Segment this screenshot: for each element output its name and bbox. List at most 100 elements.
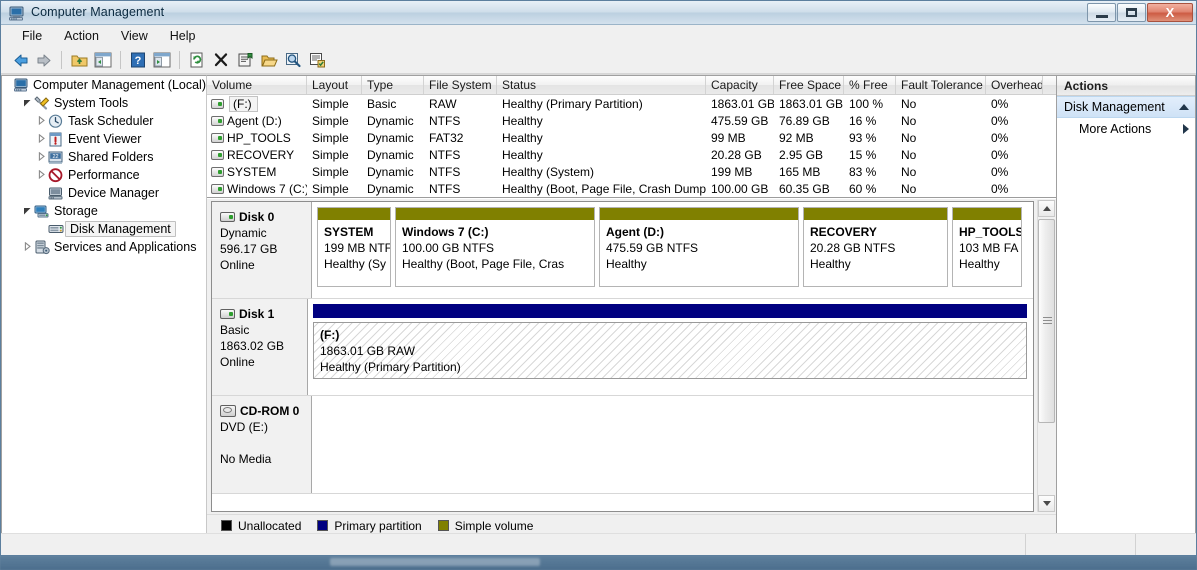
list-view-icon[interactable] [306, 49, 328, 71]
disk-size: 596.17 GB [220, 242, 278, 256]
disk-row-disk-1[interactable]: Disk 1 Basic 1863.02 GB Online (F:) 1863.01 G… [212, 299, 1033, 396]
menu-item-file[interactable]: File [11, 26, 53, 46]
tree-item-task-scheduler[interactable]: Task Scheduler [2, 112, 206, 130]
refresh-icon[interactable] [186, 49, 208, 71]
drive-icon [211, 115, 224, 126]
expander-collapsed-icon[interactable] [34, 115, 48, 127]
actions-item-label: More Actions [1079, 122, 1152, 136]
tree-item-performance[interactable]: Performance [2, 166, 206, 184]
tree-item-device-manager[interactable]: Device Manager [2, 184, 206, 202]
partition-system[interactable]: SYSTEM 199 MB NTF Healthy (Sy [317, 207, 391, 287]
column-header-overhead[interactable]: Overhead [986, 76, 1043, 94]
partition-status: Healthy (Boot, Page File, Cras [402, 257, 565, 271]
scroll-down-button[interactable] [1038, 495, 1055, 512]
properties-icon[interactable] [234, 49, 256, 71]
partition-f[interactable]: (F:) 1863.01 GB RAW Healthy (Primary Parti… [313, 304, 1027, 384]
graph-vertical-scrollbar[interactable] [1037, 200, 1055, 512]
menu-item-view[interactable]: View [110, 26, 159, 46]
tree-item-shared-folders[interactable]: 22 Shared Folders [2, 148, 206, 166]
up-folder-icon[interactable] [68, 49, 90, 71]
expander-collapsed-icon[interactable] [34, 133, 48, 145]
tree-item-storage[interactable]: Storage [2, 202, 206, 220]
expander-collapsed-icon[interactable] [34, 169, 48, 181]
scroll-thumb[interactable] [1038, 219, 1055, 423]
show-hide-action-pane-icon[interactable] [151, 49, 173, 71]
expander-expanded-icon[interactable] [20, 98, 34, 109]
disk-info[interactable]: Disk 1 Basic 1863.02 GB Online [212, 299, 308, 395]
partition-windows-7-c[interactable]: Windows 7 (C:) 100.00 GB NTFS Healthy (Boo… [395, 207, 595, 287]
minimize-button[interactable] [1087, 3, 1116, 22]
actions-item-disk-management[interactable]: Disk Management [1057, 96, 1195, 118]
partition-size-fs: 100.00 GB NTFS [402, 241, 495, 255]
cell-free: 92 MB [779, 130, 814, 145]
column-header-fault-tolerance[interactable]: Fault Tolerance [896, 76, 986, 94]
legend-swatch-simple-volume [437, 520, 449, 531]
expander-expanded-icon[interactable] [20, 206, 34, 217]
open-folder-icon[interactable] [258, 49, 280, 71]
chevron-right-icon [1183, 124, 1189, 134]
table-row[interactable]: SYSTEM Simple Dynamic NTFS Healthy (System) 1… [207, 163, 1056, 180]
cell-overhead: 0% [991, 164, 1009, 179]
table-row[interactable]: RECOVERY Simple Dynamic NTFS Healthy 20.28 GB… [207, 146, 1056, 163]
back-arrow-icon[interactable] [9, 49, 31, 71]
partition-color-bar [804, 208, 947, 220]
column-header-status[interactable]: Status [497, 76, 706, 94]
partition-hp-tools[interactable]: HP_TOOLS 103 MB FA Healthy [952, 207, 1022, 287]
scroll-up-button[interactable] [1038, 200, 1055, 217]
table-row[interactable]: HP_TOOLS Simple Dynamic FAT32 Healthy 99 MB 92… [207, 129, 1056, 146]
menu-item-help[interactable]: Help [159, 26, 207, 46]
disk-row-cd-rom-0[interactable]: CD-ROM 0 DVD (E:) No Media [212, 396, 1033, 494]
column-header-volume[interactable]: Volume [207, 76, 307, 94]
cell-pctfree: 60 % [849, 181, 877, 196]
expander-collapsed-icon[interactable] [20, 241, 34, 253]
help-icon[interactable]: ? [127, 49, 149, 71]
cell-overhead: 0% [991, 96, 1009, 111]
drive-icon [211, 149, 224, 160]
tree-item-disk-management[interactable]: Disk Management [2, 220, 206, 238]
close-button[interactable]: X [1147, 3, 1193, 22]
cell-status: Healthy (System) [502, 164, 595, 179]
cell-fault: No [901, 164, 917, 179]
disk-info[interactable]: Disk 0 Dynamic 596.17 GB Online [212, 202, 312, 298]
menu-item-action[interactable]: Action [53, 26, 110, 46]
cell-volume: SYSTEM [207, 165, 307, 179]
cell-pctfree: 16 % [849, 113, 877, 128]
disk-info[interactable]: CD-ROM 0 DVD (E:) No Media [212, 396, 312, 493]
partition-agent-d[interactable]: Agent (D:) 475.59 GB NTFS Healthy [599, 207, 799, 287]
actions-item-more-actions[interactable]: More Actions [1057, 118, 1195, 140]
disk-management-icon [48, 221, 65, 237]
column-header-capacity[interactable]: Capacity [706, 76, 774, 94]
cell-volume: (F:) [207, 95, 307, 112]
column-header-layout[interactable]: Layout [307, 76, 362, 94]
cell-free: 60.35 GB [779, 181, 830, 196]
tree-item-system-tools[interactable]: System Tools [2, 94, 206, 112]
column-header-free[interactable]: % Free [844, 76, 896, 94]
cell-layout: Simple [312, 147, 349, 162]
table-row[interactable]: (F:) Simple Basic RAW Healthy (Primary Parti… [207, 95, 1056, 112]
device-manager-icon [48, 185, 65, 201]
rescan-disks-icon[interactable] [282, 49, 304, 71]
tree-item-computer-management-local[interactable]: Computer Management (Local) [2, 76, 206, 94]
tree-item-services-and-applications[interactable]: Services and Applications [2, 238, 206, 256]
partition-status: Healthy [810, 257, 851, 271]
column-header-file-system[interactable]: File System [424, 76, 497, 94]
disk-partition-area: SYSTEM 199 MB NTF Healthy (Sy Windows 7 (C:… [312, 202, 1033, 298]
cell-fs: NTFS [429, 147, 461, 162]
expander-collapsed-icon[interactable] [34, 151, 48, 163]
table-row[interactable]: Windows 7 (C:) Simple Dynamic NTFS Healthy (… [207, 180, 1056, 197]
column-header-free-space[interactable]: Free Space [774, 76, 844, 94]
table-row[interactable]: Agent (D:) Simple Dynamic NTFS Healthy 475.59… [207, 112, 1056, 129]
maximize-button[interactable] [1117, 3, 1146, 22]
cell-type: Dynamic [367, 181, 414, 196]
partition-size-fs: 1863.01 GB RAW [320, 344, 415, 358]
column-header-type[interactable]: Type [362, 76, 424, 94]
disk-row-disk-0[interactable]: Disk 0 Dynamic 596.17 GB Online SYSTEM 199 MB… [212, 202, 1033, 299]
forward-arrow-icon[interactable] [33, 49, 55, 71]
delete-icon[interactable] [210, 49, 232, 71]
partition-name: HP_TOOLS [959, 225, 1021, 239]
partition-recovery[interactable]: RECOVERY 20.28 GB NTFS Healthy [803, 207, 948, 287]
partition-status: Healthy (Sy [324, 257, 387, 271]
title-bar[interactable]: Computer Management X [1, 1, 1196, 25]
show-hide-console-tree-icon[interactable] [92, 49, 114, 71]
tree-item-event-viewer[interactable]: Event Viewer [2, 130, 206, 148]
